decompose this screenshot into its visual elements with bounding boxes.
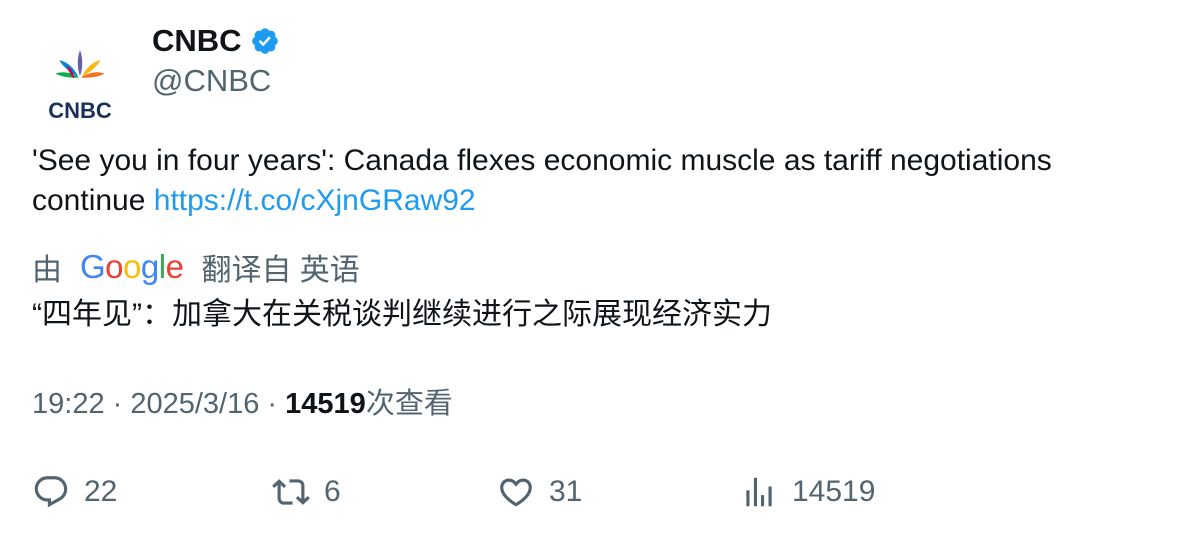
tweet-time[interactable]: 19:22	[32, 388, 105, 420]
retweet-button[interactable]: 6	[272, 470, 341, 514]
views-count-action: 14519	[792, 475, 876, 508]
cnbc-peacock-logo-icon: CNBC	[48, 50, 112, 123]
author-block: CNBC @CNBC	[152, 20, 280, 99]
tweet-card: CNBC CNBC @CNBC 'See you in four years':…	[0, 0, 1196, 538]
display-name[interactable]: CNBC	[152, 23, 242, 59]
views-count: 14519	[285, 388, 366, 420]
translation-prefix: 由	[32, 254, 62, 287]
logo-text: CNBC	[48, 98, 112, 123]
reply-icon	[34, 476, 68, 508]
reply-count: 22	[84, 475, 118, 508]
translation-suffix: 翻译自 英语	[201, 254, 360, 287]
meta-separator: ·	[259, 388, 286, 420]
verified-badge-icon	[250, 26, 280, 56]
heart-icon	[500, 478, 532, 507]
google-logo-icon: Google	[80, 248, 184, 285]
views-label: 次查看	[365, 388, 453, 420]
tweet-text: 'See you in four years': Canada flexes e…	[32, 141, 1162, 221]
like-count: 31	[549, 475, 583, 508]
retweet-icon	[272, 479, 310, 505]
translation-attribution[interactable]: 由 Google 翻译自 英语	[32, 246, 360, 288]
retweet-count: 6	[324, 475, 341, 508]
action-bar: 22 6 31 14519	[0, 470, 1196, 514]
avatar[interactable]: CNBC	[32, 28, 128, 124]
tweet-date[interactable]: 2025/3/16	[130, 388, 259, 420]
name-row: CNBC	[152, 20, 280, 62]
handle[interactable]: @CNBC	[152, 63, 280, 99]
translated-text: “四年见”：加拿大在关税谈判继续进行之际展现经济实力	[32, 298, 772, 331]
views-button[interactable]: 14519	[740, 470, 875, 514]
tweet-link[interactable]: https://t.co/cXjnGRaw92	[154, 184, 476, 217]
tweet-meta: 19:22 · 2025/3/16 · 14519次查看	[32, 384, 453, 424]
reply-button[interactable]: 22	[32, 470, 117, 514]
like-button[interactable]: 31	[497, 470, 582, 514]
views-chart-icon	[746, 477, 772, 507]
meta-separator: ·	[104, 388, 131, 420]
